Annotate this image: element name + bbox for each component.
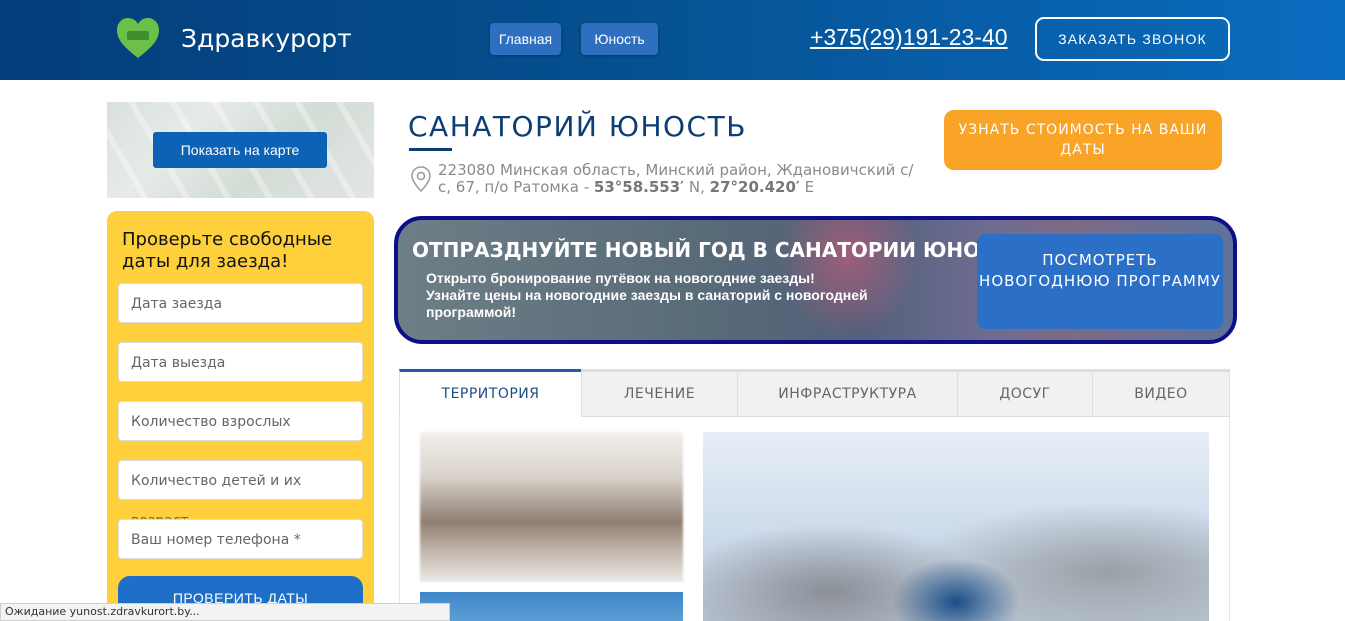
tab-video[interactable]: ВИДЕО	[1092, 369, 1230, 417]
browser-status-bar: Ожидание yunost.zdravkurort.by...	[0, 603, 450, 621]
page-title: САНАТОРИЙ ЮНОСТЬ	[408, 110, 747, 143]
form-title: Проверьте свободные даты для заезда!	[122, 229, 333, 272]
tab-leisure[interactable]: ДОСУГ	[957, 369, 1093, 417]
phone-link[interactable]: +375(29)191-23-40	[810, 24, 1008, 51]
nav-yunost-button[interactable]: Юность	[581, 23, 658, 55]
tab-treatment[interactable]: ЛЕЧЕНИЕ	[581, 369, 738, 417]
new-year-banner: ОТПРАЗДНУЙТЕ НОВЫЙ ГОД В САНАТОРИИ ЮНОСТ…	[394, 216, 1237, 344]
address: 223080 Минская область, Минский район, Ж…	[438, 161, 914, 196]
map-pin-icon	[411, 166, 431, 192]
tab-territory[interactable]: ТЕРРИТОРИЯ	[399, 369, 582, 417]
banner-line-2: Узнайте цены на новогодние заезды в сана…	[426, 287, 868, 320]
get-price-button[interactable]: УЗНАТЬ СТОИМОСТЬ НА ВАШИ ДАТЫ	[944, 110, 1222, 170]
logo-text[interactable]: Здравкурорт	[181, 24, 352, 53]
title-underline	[409, 148, 452, 151]
show-on-map-button[interactable]: Показать на карте	[153, 132, 327, 168]
phone-input[interactable]: Ваш номер телефона *	[118, 519, 363, 559]
banner-text: Открыто бронирование путёвок на новогодн…	[426, 270, 946, 321]
gallery-photo-large[interactable]	[703, 432, 1209, 621]
children-count-input[interactable]: Количество детей и их возраст	[118, 460, 363, 529]
availability-form: Проверьте свободные даты для заезда! Дат…	[107, 211, 374, 621]
adults-count-input[interactable]: Количество взрослых	[118, 401, 363, 441]
latitude: 53°58.553′	[593, 178, 685, 196]
nav-home-button[interactable]: Главная	[490, 23, 561, 55]
checkin-date-input[interactable]: Дата заезда	[118, 283, 363, 323]
view-new-year-program-button[interactable]: ПОСМОТРЕТЬ НОВОГОДНЮЮ ПРОГРАММУ	[977, 234, 1223, 329]
gallery-photo[interactable]	[420, 432, 683, 582]
tab-infrastructure[interactable]: ИНФРАСТРУКТУРА	[737, 369, 958, 417]
banner-title: ОТПРАЗДНУЙТЕ НОВЫЙ ГОД В САНАТОРИИ ЮНОСТ…	[412, 238, 1024, 262]
banner-line-1: Открыто бронирование путёвок на новогодн…	[426, 270, 815, 286]
site-header: Здравкурорт Главная Юность +375(29)191-2…	[0, 0, 1345, 80]
longitude: 27°20.420′	[709, 178, 800, 196]
heart-logo-icon[interactable]	[114, 14, 162, 62]
map-preview: Показать на карте	[107, 102, 374, 198]
order-call-button[interactable]: ЗАКАЗАТЬ ЗВОНОК	[1035, 17, 1230, 61]
checkout-date-input[interactable]: Дата выезда	[118, 342, 363, 382]
gallery-photo[interactable]	[420, 592, 683, 621]
info-tabs: ТЕРРИТОРИЯ ЛЕЧЕНИЕ ИНФРАСТРУКТУРА ДОСУГ …	[399, 369, 1230, 417]
